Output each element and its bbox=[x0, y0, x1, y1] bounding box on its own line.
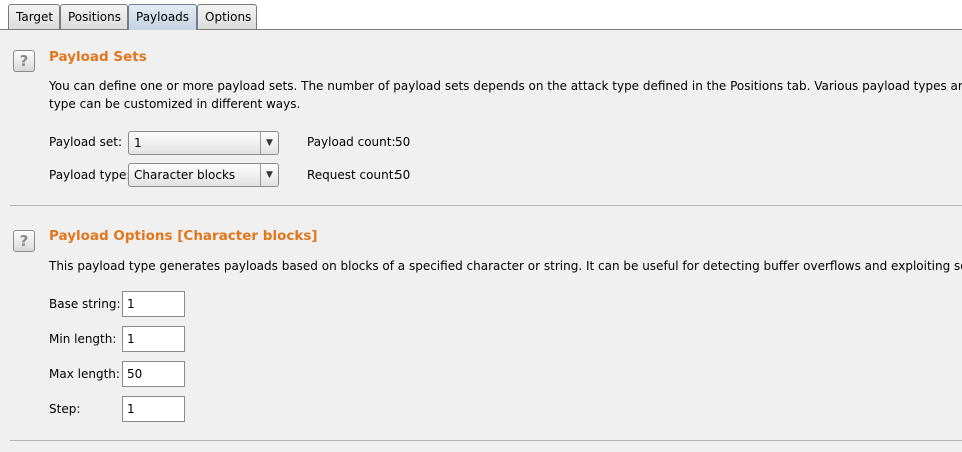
chevron-down-icon: ▼ bbox=[260, 164, 278, 186]
payload-type-label: Payload type: bbox=[49, 168, 131, 182]
step-input[interactable] bbox=[122, 396, 185, 422]
chevron-down-icon: ▼ bbox=[260, 132, 278, 154]
payload-sets-description-line1: You can define one or more payload sets.… bbox=[49, 79, 962, 93]
payload-set-label: Payload set: bbox=[49, 135, 122, 149]
max-length-input[interactable] bbox=[122, 361, 185, 387]
request-count-label: Request count: bbox=[307, 168, 398, 182]
min-length-input[interactable] bbox=[122, 326, 185, 352]
base-string-label: Base string: bbox=[49, 297, 121, 311]
payload-set-select[interactable]: 1 ▼ bbox=[128, 131, 279, 155]
payloads-panel: ? Payload Sets You can define one or mor… bbox=[0, 30, 962, 452]
min-length-label: Min length: bbox=[49, 332, 117, 346]
tab-options[interactable]: Options bbox=[197, 4, 257, 29]
tab-bar: Target Positions Payloads Options bbox=[0, 0, 962, 30]
request-count-value: 50 bbox=[395, 168, 411, 182]
help-icon[interactable]: ? bbox=[13, 230, 35, 252]
section-divider bbox=[10, 205, 962, 206]
payload-type-select[interactable]: Character blocks ▼ bbox=[128, 163, 279, 187]
base-string-input[interactable] bbox=[122, 291, 185, 317]
help-icon[interactable]: ? bbox=[13, 50, 35, 72]
max-length-label: Max length: bbox=[49, 367, 120, 381]
section-divider bbox=[10, 440, 962, 441]
payload-type-value: Character blocks bbox=[134, 168, 236, 182]
payload-options-title: Payload Options [Character blocks] bbox=[49, 228, 318, 244]
payload-sets-title: Payload Sets bbox=[49, 49, 147, 65]
payload-options-description: This payload type generates payloads bas… bbox=[49, 259, 962, 273]
tab-payloads[interactable]: Payloads bbox=[128, 4, 197, 30]
tab-target[interactable]: Target bbox=[8, 4, 60, 29]
payload-set-value: 1 bbox=[134, 136, 142, 150]
payload-sets-description-line2: type can be customized in different ways… bbox=[49, 97, 301, 111]
step-label: Step: bbox=[49, 402, 81, 416]
tab-positions[interactable]: Positions bbox=[60, 4, 128, 29]
payload-count-value: 50 bbox=[395, 135, 411, 149]
payload-count-label: Payload count: bbox=[307, 135, 396, 149]
